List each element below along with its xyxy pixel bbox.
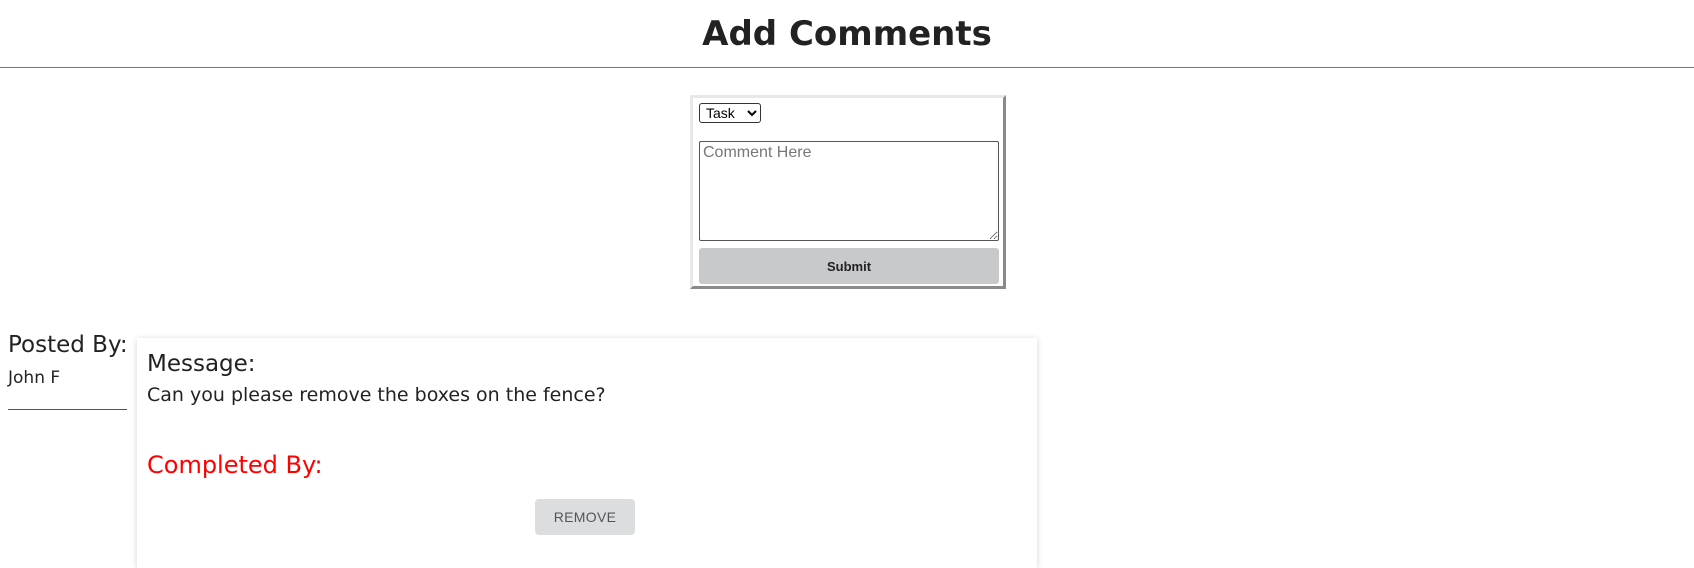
comment-card: Message: Can you please remove the boxes… [137,338,1037,568]
comment-type-select[interactable]: Task [699,103,761,123]
remove-button[interactable]: REMOVE [535,499,635,535]
submit-button[interactable]: Submit [699,248,999,284]
message-label: Message: [147,351,256,377]
page-header: Add Comments [0,0,1694,68]
comment-author: John F [8,368,61,388]
completed-by-label: Completed By: [147,451,323,479]
posted-by-label: Posted By: [8,332,128,358]
posted-by-section: Posted By: John F [8,332,128,410]
comment-textarea[interactable] [699,141,999,241]
comment-form: Task Submit [690,95,1006,289]
message-text: Can you please remove the boxes on the f… [147,384,606,406]
page-title: Add Comments [702,14,992,54]
